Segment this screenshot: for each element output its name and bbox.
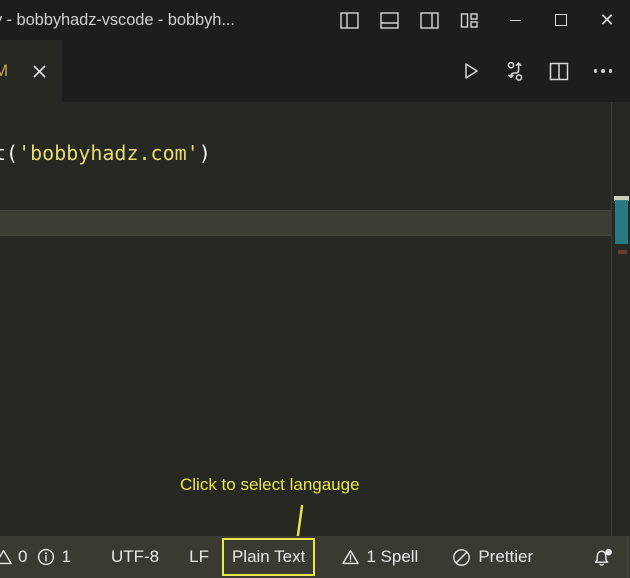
- info-icon: [38, 548, 55, 566]
- toggle-panel-icon[interactable]: [376, 7, 402, 33]
- minimize-button[interactable]: [492, 0, 538, 40]
- maximize-button[interactable]: [538, 0, 584, 40]
- status-notifications[interactable]: [581, 536, 627, 578]
- status-language-mode[interactable]: Plain Text: [221, 538, 316, 576]
- toggle-secondary-sidebar-icon[interactable]: [416, 7, 442, 33]
- minimap-marker: [618, 250, 627, 254]
- active-line-highlight: [0, 210, 630, 236]
- status-spell[interactable]: 1 Spell: [333, 536, 427, 578]
- prettier-blocked-icon: [453, 548, 471, 566]
- close-button[interactable]: ✕: [584, 0, 630, 40]
- code-token-call: t(: [0, 141, 19, 165]
- annotation-label: Click to select langauge: [180, 475, 360, 494]
- tab-label: M: [0, 61, 9, 80]
- minimap-slider[interactable]: [615, 200, 628, 244]
- annotation-arrow-icon: [296, 504, 304, 536]
- code-token-string: 'bobbyhadz.com': [18, 141, 199, 165]
- code-token-close-paren: ): [198, 141, 211, 165]
- status-error-count: 0: [18, 547, 28, 566]
- minimize-icon: [509, 19, 521, 21]
- split-editor-button[interactable]: [544, 56, 574, 86]
- customize-layout-icon[interactable]: [456, 7, 482, 33]
- status-divider: [627, 536, 628, 578]
- status-prettier[interactable]: Prettier: [443, 536, 542, 578]
- status-info-count: 1: [61, 547, 71, 566]
- status-right-group: [581, 536, 628, 578]
- maximize-icon: [555, 14, 567, 26]
- spell-warning-icon: [342, 549, 360, 565]
- warning-icon: [0, 549, 12, 565]
- title-bar: y - bobbyhadz-vscode - bobbyh... ✕: [0, 0, 630, 40]
- status-problems[interactable]: 0 1: [0, 536, 80, 578]
- source-control-icon[interactable]: [500, 56, 530, 86]
- status-bar: 0 1 UTF-8 LF Plain Text 1 Spell Prettier: [0, 536, 630, 578]
- ellipsis-icon: [593, 69, 613, 73]
- status-eol[interactable]: LF: [180, 536, 218, 578]
- editor-minimap[interactable]: [611, 102, 630, 536]
- toggle-primary-sidebar-icon[interactable]: [336, 7, 362, 33]
- editor-area[interactable]: t('bobbyhadz.com') Click to select langa…: [0, 102, 630, 536]
- tab-bar: M: [0, 40, 630, 102]
- status-prettier-label: Prettier: [478, 547, 534, 566]
- code-line-1: t('bobbyhadz.com'): [0, 140, 211, 166]
- editor-tab-active[interactable]: M: [0, 40, 62, 102]
- layout-toggle-group: [336, 0, 482, 40]
- close-icon: ✕: [599, 10, 615, 30]
- status-left-group: 0 1 UTF-8 LF Plain Text 1 Spell Prettier: [0, 536, 542, 578]
- tab-close-icon[interactable]: [28, 60, 50, 82]
- editor-actions: [456, 40, 624, 102]
- bell-icon: [594, 548, 612, 566]
- window-title: y - bobbyhadz-vscode - bobbyh...: [0, 11, 235, 29]
- more-actions-button[interactable]: [588, 56, 618, 86]
- status-encoding[interactable]: UTF-8: [102, 536, 168, 578]
- status-spell-label: 1 Spell: [366, 547, 419, 566]
- vscode-window: y - bobbyhadz-vscode - bobbyh... ✕ M t('…: [0, 0, 630, 578]
- window-controls: ✕: [492, 0, 630, 40]
- run-button[interactable]: [456, 56, 486, 86]
